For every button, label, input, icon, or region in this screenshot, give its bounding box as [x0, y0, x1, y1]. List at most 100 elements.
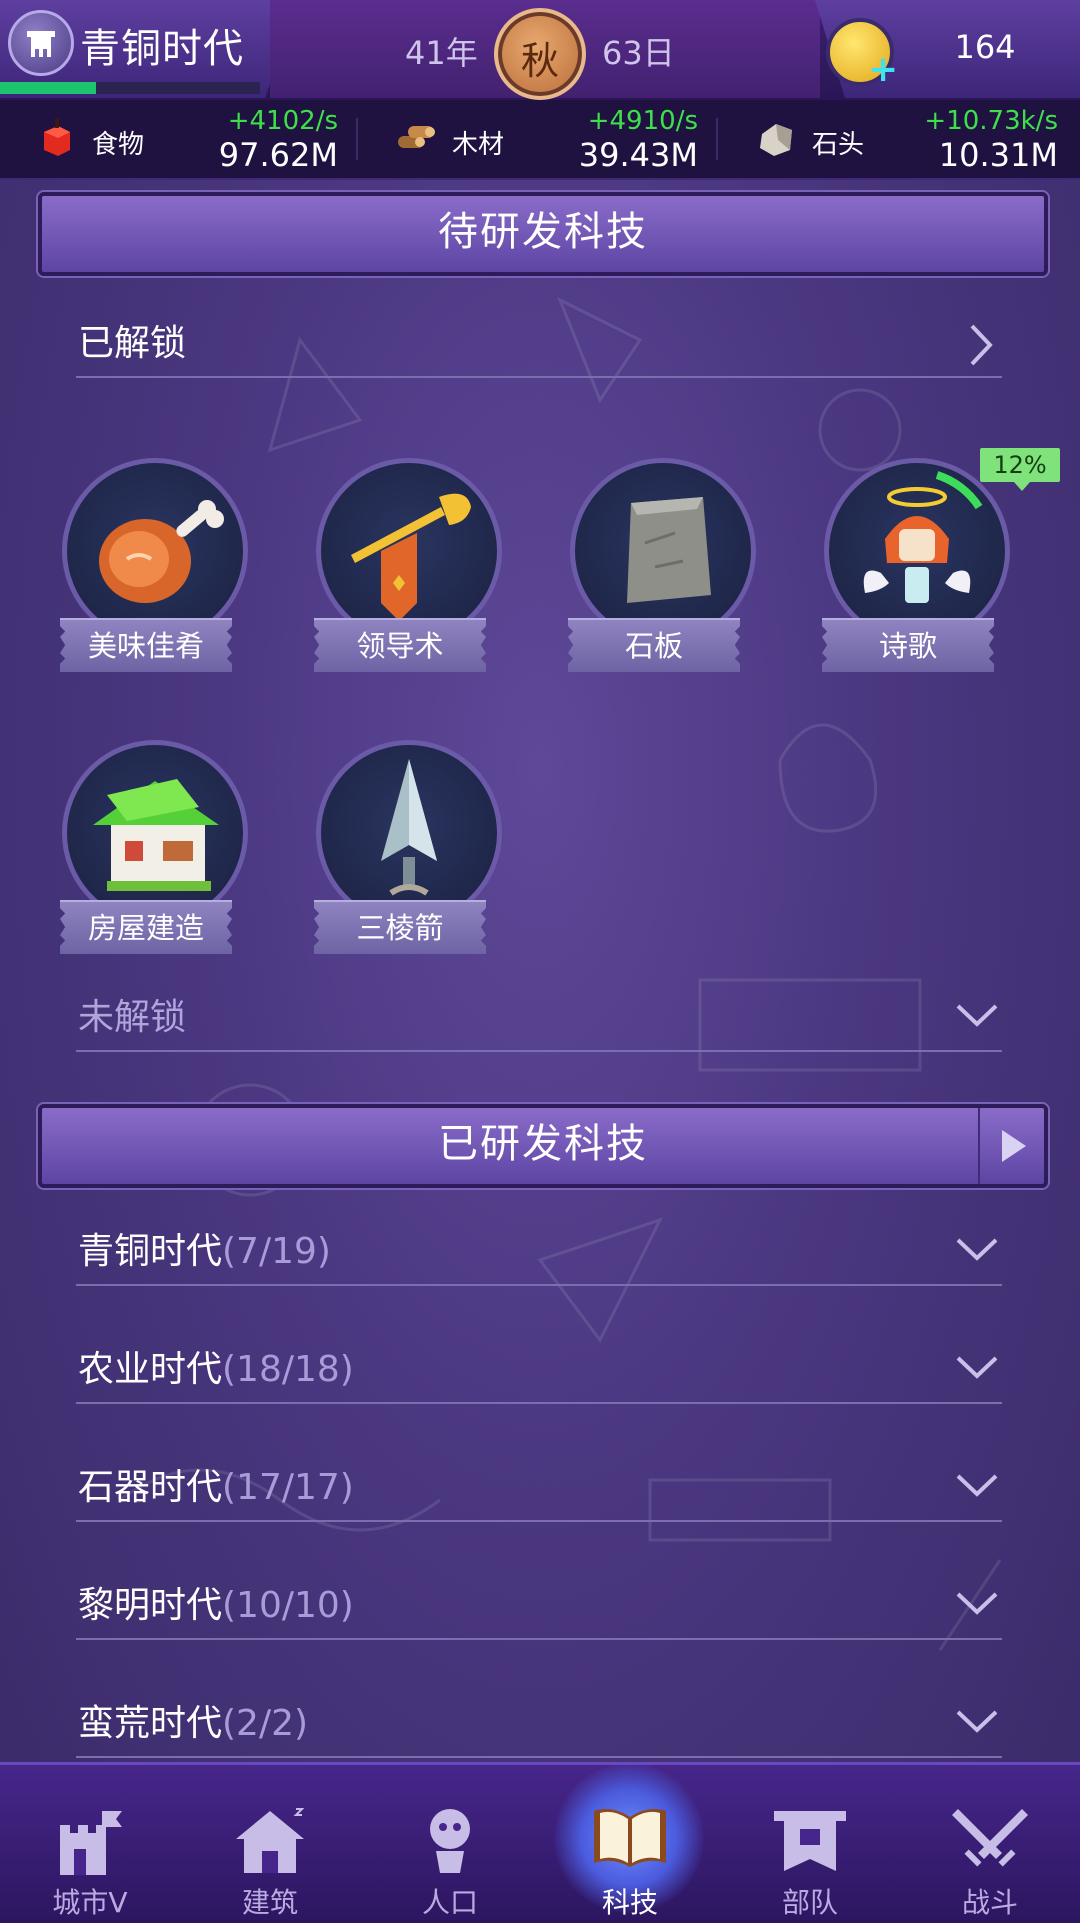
tech-card[interactable]: 诗歌	[814, 458, 1010, 688]
era-row[interactable]: 石器时代(17/17)	[76, 1450, 1002, 1522]
crossed-swords-icon	[952, 1809, 1028, 1867]
chevron-down-icon	[956, 1592, 998, 1615]
nav-label: 部队	[781, 1886, 838, 1919]
researched-tech-title: 已研发科技	[438, 1121, 648, 1167]
unlocked-row[interactable]: 已解锁	[76, 306, 1002, 378]
tech-name-plate: 石板	[568, 618, 740, 672]
tech-card[interactable]: 石板	[560, 458, 756, 688]
era-row-count: (17/17)	[222, 1467, 354, 1508]
era-row-name: 农业时代	[78, 1349, 223, 1390]
expand-button[interactable]	[978, 1108, 1044, 1184]
tech-icon-circle	[62, 458, 248, 644]
house-icon	[93, 779, 219, 891]
era-progress-fill	[0, 82, 97, 94]
person-icon	[430, 1809, 470, 1873]
coin-value: 164	[954, 28, 1016, 66]
tech-name: 领导术	[356, 629, 444, 663]
era-row-name: 蛮荒时代	[78, 1703, 223, 1744]
add-coin-icon[interactable]: +	[868, 52, 898, 88]
nav-label: 建筑	[241, 1886, 298, 1919]
era-row-count: (18/18)	[222, 1349, 354, 1390]
house-icon	[236, 1808, 305, 1873]
nav-city[interactable]: 城市V	[0, 1765, 180, 1923]
era-icon[interactable]	[8, 10, 74, 76]
wood-icon	[398, 126, 435, 148]
nav-population[interactable]: 人口	[360, 1765, 540, 1923]
tech-name-plate: 领导术	[314, 618, 486, 672]
era-row-count: (10/10)	[222, 1585, 354, 1626]
resource-stone[interactable]: 石头 +10.73k/s 10.31M	[720, 100, 1078, 178]
tech-name: 美味佳肴	[87, 629, 204, 663]
top-bar: 青铜时代 41年 秋 63日 + 164	[0, 0, 1080, 100]
tech-name-plate: 房屋建造	[60, 900, 232, 954]
resource-food[interactable]: 食物 +4102/s 97.62M	[0, 100, 358, 178]
era-row[interactable]: 青铜时代(7/19)	[76, 1214, 1002, 1286]
nav-label: 人口	[421, 1886, 478, 1919]
season-text: 秋	[520, 39, 559, 83]
nav-label: 战斗	[961, 1886, 1018, 1919]
play-arrow-icon	[1002, 1130, 1026, 1162]
day-text: 63日	[602, 34, 675, 72]
chevron-right-icon	[970, 324, 993, 366]
tech-icon-circle	[316, 740, 502, 926]
tech-card[interactable]: 领导术	[306, 458, 502, 688]
nav-tech[interactable]: 科技	[540, 1763, 720, 1923]
trumpet-icon	[351, 493, 471, 621]
tech-name: 诗歌	[878, 629, 937, 663]
pending-tech-title: 待研发科技	[438, 209, 648, 255]
castle-icon	[60, 1811, 122, 1875]
divider	[716, 118, 718, 160]
era-row[interactable]: 蛮荒时代(2/2)	[76, 1686, 1002, 1758]
era-row-count: (2/2)	[222, 1703, 309, 1744]
nav-label: 科技	[601, 1886, 658, 1919]
roast-meat-icon	[99, 500, 224, 603]
era-row-name: 黎明时代	[78, 1585, 223, 1626]
tech-name: 石板	[624, 629, 683, 663]
stone-tablet-icon	[627, 497, 711, 603]
book-icon	[594, 1809, 666, 1867]
resource-bar: 食物 +4102/s 97.62M 木材 +4910/s 39.43M 石头 +…	[0, 100, 1080, 180]
stone-icon	[760, 124, 792, 156]
tech-name-plate: 诗歌	[822, 618, 994, 672]
bottom-nav: 城市V 建筑 人口 科技 部队 战斗	[0, 1762, 1080, 1923]
unlocked-label: 已解锁	[78, 323, 187, 364]
era-row-name: 青铜时代	[78, 1231, 223, 1272]
era-row-count: (7/19)	[222, 1231, 331, 1272]
tech-name-plate: 三棱箭	[314, 900, 486, 954]
era-name: 青铜时代	[80, 26, 244, 72]
locked-label: 未解锁	[78, 997, 187, 1038]
era-row[interactable]: 农业时代(18/18)	[76, 1332, 1002, 1404]
bronze-vessel-icon	[27, 31, 55, 57]
tech-icon-circle	[316, 458, 502, 644]
divider	[356, 118, 358, 160]
tech-icon-circle	[570, 458, 756, 644]
researched-tech-header[interactable]: 已研发科技	[38, 1104, 1048, 1188]
nav-troops[interactable]: 部队	[720, 1765, 900, 1923]
research-progress-badge: 12%	[980, 448, 1060, 491]
banner-icon	[774, 1811, 846, 1871]
chevron-down-icon	[956, 1356, 998, 1379]
tech-name: 三棱箭	[356, 911, 444, 945]
tech-icon-circle	[62, 740, 248, 926]
tech-card[interactable]: 房屋建造	[52, 740, 248, 970]
tech-card[interactable]: 美味佳肴	[52, 458, 248, 688]
pending-tech-header[interactable]: 待研发科技	[38, 192, 1048, 276]
meat-icon	[44, 118, 70, 156]
angel-icon	[863, 471, 983, 603]
nav-label: 城市V	[52, 1886, 128, 1919]
nav-battle[interactable]: 战斗	[900, 1765, 1080, 1923]
nav-building[interactable]: 建筑	[180, 1765, 360, 1923]
year-text: 41年	[405, 34, 478, 72]
chevron-down-icon	[956, 1474, 998, 1497]
tech-card[interactable]: 三棱箭	[306, 740, 502, 970]
tech-icon-circle	[824, 458, 1010, 644]
tech-name: 房屋建造	[87, 911, 204, 945]
resource-wood[interactable]: 木材 +4910/s 39.43M	[360, 100, 718, 178]
chevron-down-icon	[956, 1004, 998, 1027]
tech-name-plate: 美味佳肴	[60, 618, 232, 672]
chevron-down-icon	[956, 1710, 998, 1733]
season-badge: 秋	[494, 8, 586, 100]
chevron-down-icon	[956, 1238, 998, 1261]
locked-row[interactable]: 未解锁	[76, 980, 1002, 1052]
era-row[interactable]: 黎明时代(10/10)	[76, 1568, 1002, 1640]
